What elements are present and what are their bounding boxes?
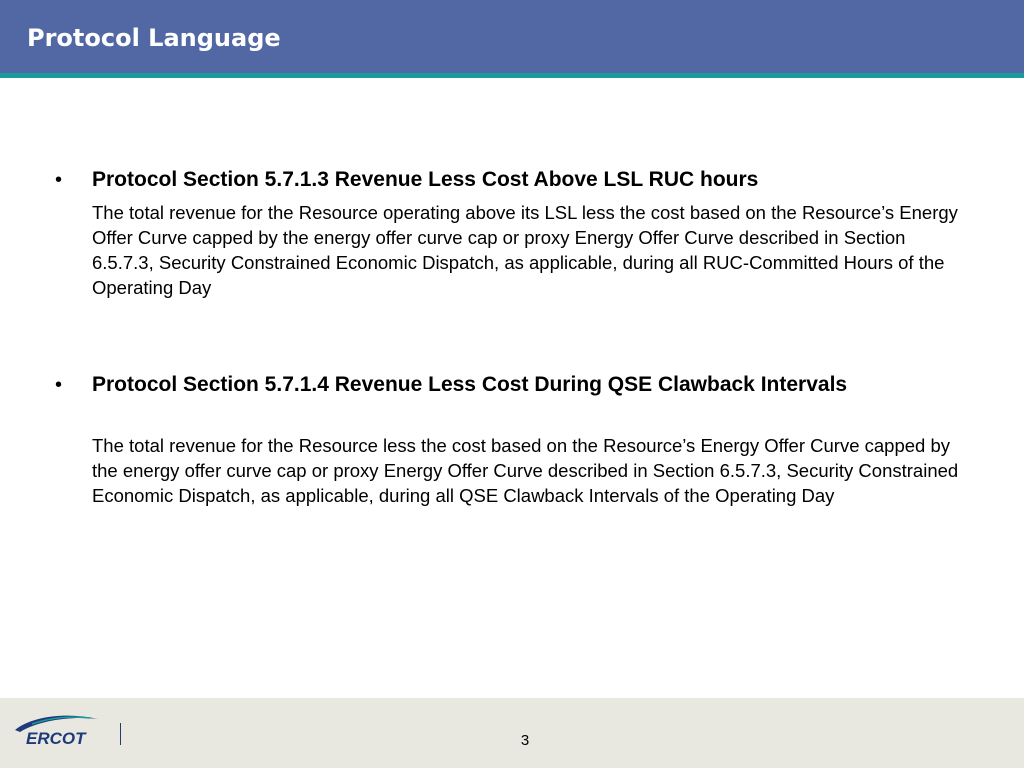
page-number: 3 bbox=[520, 732, 530, 749]
footer-divider bbox=[120, 723, 121, 745]
bullet-heading: Protocol Section 5.7.1.4 Revenue Less Co… bbox=[92, 373, 848, 396]
logo-wordmark: ERCOT bbox=[26, 729, 87, 748]
ercot-logo-icon: ERCOT bbox=[15, 715, 98, 748]
slide-header: Protocol Language bbox=[0, 0, 1024, 73]
bullet-icon: • bbox=[55, 169, 63, 191]
slide-footer: ERCOT 3 bbox=[0, 698, 1024, 768]
bullet-body: The total revenue for the Resource less … bbox=[92, 435, 959, 506]
header-accent-rule bbox=[0, 73, 1024, 78]
bullet-body: The total revenue for the Resource opera… bbox=[92, 202, 958, 298]
bullet-icon: • bbox=[55, 374, 63, 396]
slide-title: Protocol Language bbox=[27, 24, 281, 52]
bullet-heading: Protocol Section 5.7.1.3 Revenue Less Co… bbox=[92, 168, 759, 191]
